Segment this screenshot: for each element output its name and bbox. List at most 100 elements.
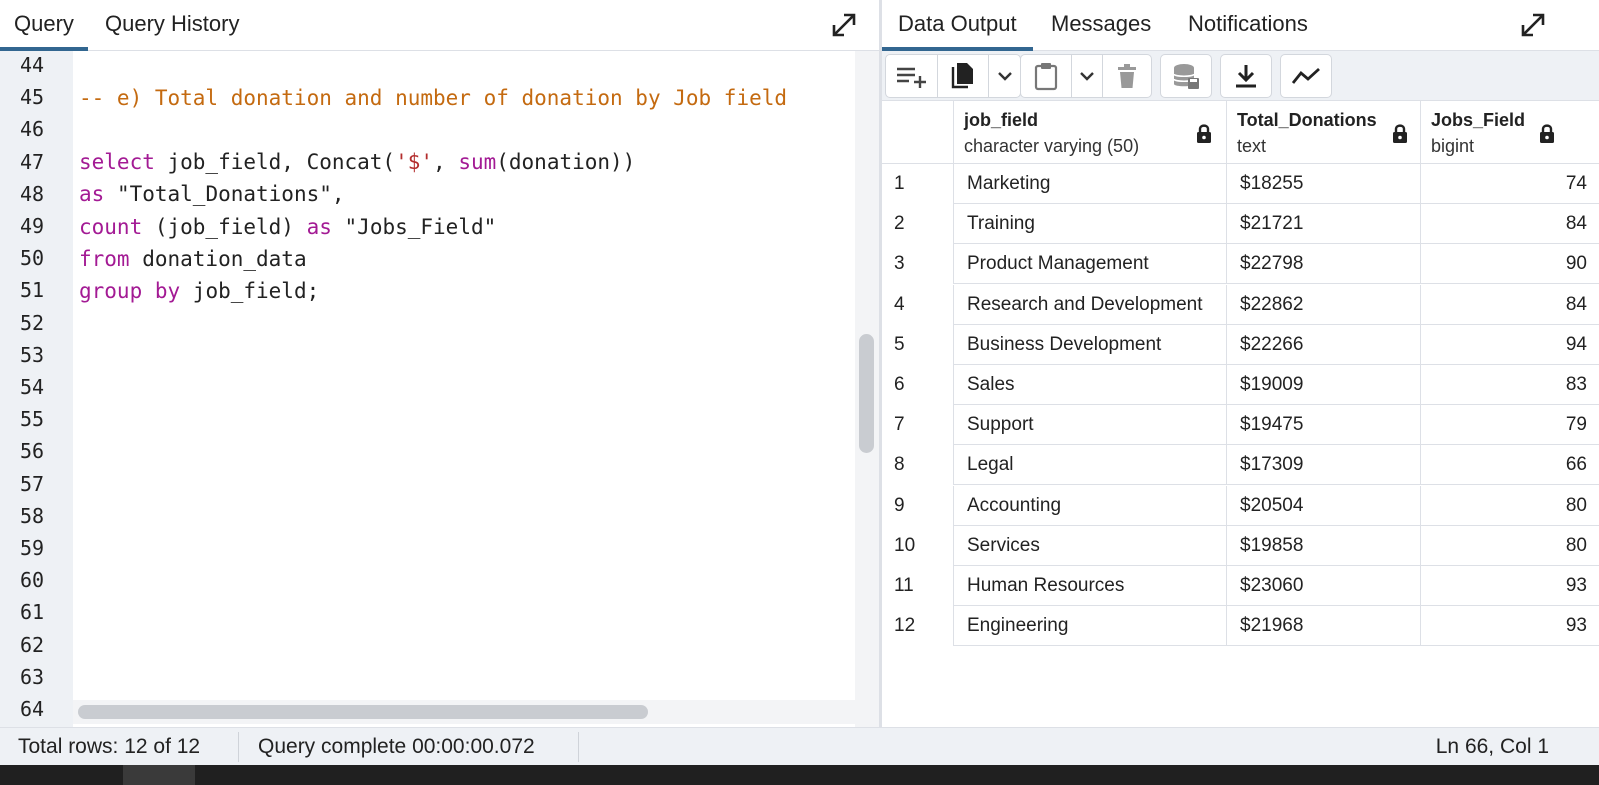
total-donations-cell[interactable]: $21721 bbox=[1227, 204, 1421, 245]
jobs-field-cell[interactable]: 93 bbox=[1421, 566, 1599, 606]
sql-string: '$' bbox=[395, 150, 434, 174]
row-number-header[interactable] bbox=[882, 101, 954, 164]
tab-query-history[interactable]: Query History bbox=[91, 0, 253, 50]
paste-button[interactable] bbox=[1020, 54, 1072, 98]
jobs-field-cell[interactable]: 66 bbox=[1421, 445, 1599, 485]
row-number-cell[interactable]: 5 bbox=[882, 324, 954, 365]
line-number: 55 bbox=[20, 407, 45, 432]
total-donations-cell[interactable]: $22266 bbox=[1227, 324, 1421, 365]
table-row[interactable]: 12 Engineering $21968 93 bbox=[882, 606, 1599, 647]
row-number-cell[interactable]: 3 bbox=[882, 244, 954, 285]
job-field-cell[interactable]: Research and Development bbox=[954, 284, 1227, 325]
job-field-cell[interactable]: Marketing bbox=[954, 164, 1227, 204]
total-donations-cell[interactable]: $17309 bbox=[1227, 445, 1421, 486]
jobs-field-cell[interactable]: 74 bbox=[1421, 164, 1599, 204]
graph-visualiser-button[interactable] bbox=[1280, 54, 1332, 98]
jobs-field-cell[interactable]: 94 bbox=[1421, 325, 1599, 365]
jobs-field-cell[interactable]: 90 bbox=[1421, 244, 1599, 284]
row-number-cell[interactable]: 9 bbox=[882, 485, 954, 526]
download-button[interactable] bbox=[1220, 54, 1272, 98]
table-row[interactable]: 10 Services $19858 80 bbox=[882, 525, 1599, 566]
taskbar-item[interactable] bbox=[123, 765, 195, 785]
total-donations-cell[interactable]: $22862 bbox=[1227, 284, 1421, 325]
table-row[interactable]: 3 Product Management $22798 90 bbox=[882, 244, 1599, 285]
expand-icon[interactable] bbox=[1516, 8, 1550, 42]
row-number-cell[interactable]: 8 bbox=[882, 445, 954, 486]
line-number: 48 bbox=[20, 181, 45, 206]
job-field-cell[interactable]: Sales bbox=[954, 365, 1227, 405]
row-number-cell[interactable]: 4 bbox=[882, 284, 954, 325]
query-tabbar: Query Query History bbox=[0, 0, 879, 51]
jobs-field-cell[interactable]: 84 bbox=[1421, 204, 1599, 244]
total-donations-cell[interactable]: $19009 bbox=[1227, 365, 1421, 405]
line-number: 57 bbox=[20, 471, 45, 496]
job-field-cell[interactable]: Legal bbox=[954, 445, 1227, 486]
status-divider bbox=[578, 732, 579, 762]
add-row-button[interactable] bbox=[885, 54, 938, 98]
table-row[interactable]: 5 Business Development $22266 94 bbox=[882, 324, 1599, 365]
row-number-cell[interactable]: 6 bbox=[882, 365, 954, 405]
jobs-field-cell[interactable]: 84 bbox=[1421, 285, 1599, 325]
job-field-cell[interactable]: Training bbox=[954, 204, 1227, 245]
results-toolbar bbox=[882, 51, 1599, 101]
tab-data-output[interactable]: Data Output bbox=[882, 0, 1033, 51]
row-number-cell[interactable]: 1 bbox=[882, 164, 954, 204]
line-number: 52 bbox=[20, 310, 45, 335]
table-row[interactable]: 4 Research and Development $22862 84 bbox=[882, 284, 1599, 325]
jobs-field-cell[interactable]: 83 bbox=[1421, 365, 1599, 405]
code-editor[interactable]: -- e) Total donation and number of donat… bbox=[73, 51, 869, 739]
row-number-cell[interactable]: 10 bbox=[882, 525, 954, 566]
editor-horizontal-scroll-thumb[interactable] bbox=[78, 705, 648, 719]
editor-vertical-scroll-thumb[interactable] bbox=[859, 334, 874, 453]
sql-keyword: select bbox=[79, 150, 155, 174]
job-field-cell[interactable]: Engineering bbox=[954, 606, 1227, 647]
code-line-47: select job_field, Concat('$', sum(donati… bbox=[79, 146, 635, 178]
total-donations-cell[interactable]: $19858 bbox=[1227, 525, 1421, 566]
job-field-cell[interactable]: Services bbox=[954, 525, 1227, 566]
row-number-cell[interactable]: 11 bbox=[882, 566, 954, 606]
column-header-jobs-field[interactable]: Jobs_Field bigint bbox=[1421, 101, 1599, 164]
jobs-field-cell[interactable]: 93 bbox=[1421, 606, 1599, 646]
table-row[interactable]: 11 Human Resources $23060 93 bbox=[882, 566, 1599, 606]
job-field-cell[interactable]: Support bbox=[954, 405, 1227, 446]
paste-icon bbox=[1034, 63, 1058, 91]
copy-options-dropdown[interactable] bbox=[988, 54, 1021, 98]
line-number-gutter: 44 45 46 47 48 49 50 51 52 53 54 55 56 57 58 59 60 61 62 63… bbox=[0, 51, 73, 739]
sql-text: "Total_Donations", bbox=[104, 182, 345, 206]
row-number-cell[interactable]: 12 bbox=[882, 606, 954, 647]
job-field-cell[interactable]: Product Management bbox=[954, 244, 1227, 285]
tab-notifications[interactable]: Notifications bbox=[1174, 0, 1322, 50]
jobs-field-cell[interactable]: 80 bbox=[1421, 526, 1599, 566]
total-donations-cell[interactable]: $18255 bbox=[1227, 164, 1421, 204]
save-data-button[interactable] bbox=[1160, 54, 1212, 98]
job-field-cell[interactable]: Business Development bbox=[954, 324, 1227, 365]
expand-icon[interactable] bbox=[827, 8, 861, 42]
total-donations-cell[interactable]: $21968 bbox=[1227, 606, 1421, 647]
sql-text: (job_field) bbox=[142, 215, 307, 239]
column-header-total-donations[interactable]: Total_Donations text bbox=[1227, 101, 1421, 164]
table-row[interactable]: 2 Training $21721 84 bbox=[882, 204, 1599, 245]
jobs-field-cell[interactable]: 79 bbox=[1421, 405, 1599, 445]
delete-button[interactable] bbox=[1102, 54, 1152, 98]
paste-options-dropdown[interactable] bbox=[1071, 54, 1103, 98]
tab-messages[interactable]: Messages bbox=[1037, 0, 1165, 50]
table-row[interactable]: 1 Marketing $18255 74 bbox=[882, 164, 1599, 204]
row-number-cell[interactable]: 2 bbox=[882, 204, 954, 245]
table-row[interactable]: 8 Legal $17309 66 bbox=[882, 445, 1599, 486]
column-header-job-field[interactable]: job_field character varying (50) bbox=[954, 101, 1227, 164]
row-number-cell[interactable]: 7 bbox=[882, 405, 954, 446]
table-row[interactable]: 7 Support $19475 79 bbox=[882, 405, 1599, 446]
total-donations-cell[interactable]: $23060 bbox=[1227, 566, 1421, 606]
table-row[interactable]: 6 Sales $19009 83 bbox=[882, 365, 1599, 405]
line-number: 49 bbox=[20, 214, 45, 238]
jobs-field-cell[interactable]: 80 bbox=[1421, 486, 1599, 526]
total-donations-cell[interactable]: $22798 bbox=[1227, 244, 1421, 285]
total-donations-cell[interactable]: $20504 bbox=[1227, 485, 1421, 526]
query-status: Query complete 00:00:00.072 bbox=[258, 735, 535, 758]
job-field-cell[interactable]: Human Resources bbox=[954, 566, 1227, 606]
tab-query[interactable]: Query bbox=[0, 0, 88, 51]
total-donations-cell[interactable]: $19475 bbox=[1227, 405, 1421, 446]
copy-button[interactable] bbox=[937, 54, 989, 98]
job-field-cell[interactable]: Accounting bbox=[954, 485, 1227, 526]
table-row[interactable]: 9 Accounting $20504 80 bbox=[882, 485, 1599, 526]
